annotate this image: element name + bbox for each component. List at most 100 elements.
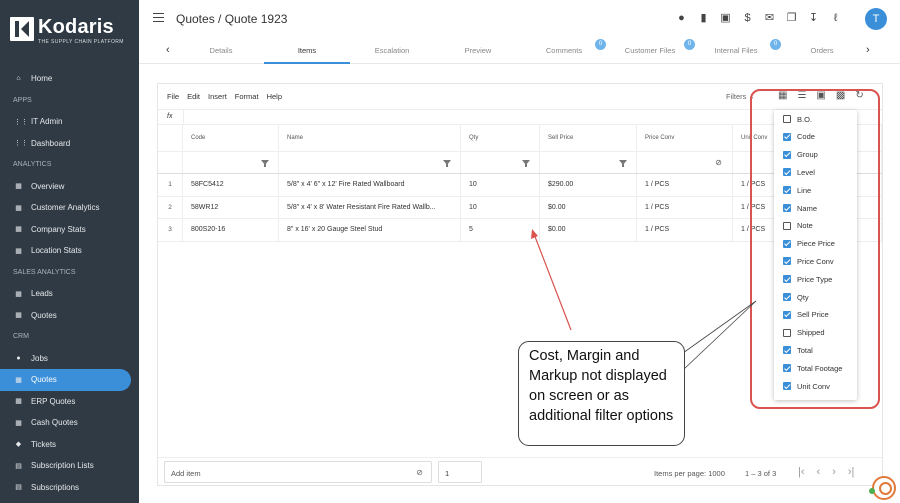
column-filter[interactable] bbox=[540, 152, 637, 173]
tab-orders[interactable]: Orders bbox=[779, 46, 865, 55]
sidebar-item-leads[interactable]: ▦ Leads bbox=[0, 283, 139, 305]
menu-edit[interactable]: Edit bbox=[187, 92, 200, 104]
checkbox-checked-icon[interactable] bbox=[783, 293, 791, 301]
sidebar-item-dashboard[interactable]: ⋮⋮ Dashboard bbox=[0, 133, 139, 155]
table-cell-qty[interactable]: 5 bbox=[461, 219, 540, 241]
filter-funnel-icon[interactable] bbox=[619, 160, 627, 167]
table-cell-qty[interactable]: 10 bbox=[461, 196, 540, 218]
tab-customer-files[interactable]: Customer Files 0 bbox=[607, 39, 695, 55]
column-option-code[interactable]: Code bbox=[783, 129, 815, 145]
column-option-price-conv[interactable]: Price Conv bbox=[783, 253, 834, 269]
column-filter[interactable]: ⊘ bbox=[637, 152, 733, 173]
last-page-icon[interactable]: ›| bbox=[848, 466, 855, 478]
location-pin-icon[interactable]: ● bbox=[675, 12, 688, 25]
kodaris-logo[interactable]: Kodaris THE SUPPLY CHAIN PLATFORM bbox=[10, 17, 124, 45]
sidebar-item-quotes[interactable]: ▦ Quotes bbox=[0, 369, 131, 391]
column-option-line[interactable]: Line bbox=[783, 182, 811, 198]
menu-file[interactable]: File bbox=[167, 92, 179, 104]
checkbox-checked-icon[interactable] bbox=[783, 168, 791, 177]
checkbox-checked-icon[interactable] bbox=[783, 275, 791, 284]
prev-page-icon[interactable]: ‹ bbox=[817, 466, 821, 478]
checkbox-unchecked-icon[interactable] bbox=[783, 221, 791, 230]
checkbox-checked-icon[interactable] bbox=[783, 364, 791, 373]
checkbox-checked-icon[interactable] bbox=[783, 310, 791, 319]
first-page-icon[interactable]: |‹ bbox=[798, 466, 805, 478]
sidebar-item-customer-analytics[interactable]: ▦ Customer Analytics bbox=[0, 197, 139, 219]
column-filter[interactable] bbox=[279, 152, 461, 173]
column-option-level[interactable]: Level bbox=[783, 164, 815, 180]
truck-icon[interactable]: ▮ bbox=[697, 12, 710, 25]
hide-icon[interactable]: ⊘ bbox=[416, 468, 423, 477]
next-page-icon[interactable]: › bbox=[832, 466, 836, 478]
column-option-total-footage[interactable]: Total Footage bbox=[783, 360, 842, 376]
checkbox-checked-icon[interactable] bbox=[783, 239, 791, 248]
checkbox-unchecked-icon[interactable] bbox=[783, 328, 791, 337]
checkbox-checked-icon[interactable] bbox=[783, 257, 791, 266]
checkbox-checked-icon[interactable] bbox=[783, 150, 791, 159]
table-cell-name[interactable]: 5/8" x 4' 6" x 12' Fire Rated Wallboard bbox=[279, 174, 461, 196]
sidebar-item-subscription-lists[interactable]: ▤ Subscription Lists bbox=[0, 455, 139, 477]
download-file-icon[interactable]: ↧ bbox=[807, 12, 820, 25]
tab-comments[interactable]: Comments 0 bbox=[521, 39, 607, 55]
column-option-price-type[interactable]: Price Type bbox=[783, 271, 832, 287]
sidebar-item-cash-quotes[interactable]: ▦ Cash Quotes bbox=[0, 412, 139, 434]
menu-insert[interactable]: Insert bbox=[208, 92, 227, 104]
tabs-next-icon[interactable]: › bbox=[866, 44, 870, 56]
column-option-name[interactable]: Name bbox=[783, 200, 817, 216]
tab-internal-files[interactable]: Internal Files 0 bbox=[693, 39, 781, 55]
tab-items[interactable]: Items bbox=[264, 46, 350, 55]
sidebar-item-company-stats[interactable]: ▦ Company Stats bbox=[0, 219, 139, 241]
table-cell-name[interactable]: 5/8" x 4' x 8' Water Resistant Fire Rate… bbox=[279, 196, 461, 218]
tab-escalation[interactable]: Escalation bbox=[349, 46, 435, 55]
avatar[interactable]: T bbox=[865, 8, 887, 30]
column-option-total[interactable]: Total bbox=[783, 342, 813, 358]
column-option-sell-price[interactable]: Sell Price bbox=[783, 307, 829, 323]
table-cell-sell-price[interactable]: $0.00 bbox=[540, 196, 637, 218]
filter-funnel-icon[interactable] bbox=[261, 160, 269, 167]
tab-details[interactable]: Details bbox=[178, 46, 264, 55]
table-cell-sell-price[interactable]: $0.00 bbox=[540, 219, 637, 241]
checkbox-checked-icon[interactable] bbox=[783, 186, 791, 195]
column-header[interactable]: Code bbox=[183, 125, 279, 151]
sidebar-item-subscriptions[interactable]: ▤ Subscriptions bbox=[0, 477, 139, 499]
table-cell-price-conv[interactable]: 1 / PCS bbox=[637, 174, 733, 196]
checkbox-checked-icon[interactable] bbox=[783, 204, 791, 212]
table-cell-price-conv[interactable]: 1 / PCS bbox=[637, 196, 733, 218]
column-option-b-o[interactable]: B.O. bbox=[783, 111, 812, 127]
column-option-qty[interactable]: Qty bbox=[783, 289, 809, 305]
checkbox-checked-icon[interactable] bbox=[783, 382, 791, 390]
column-option-unit-conv[interactable]: Unit Conv bbox=[783, 378, 830, 394]
sidebar-item-jobs[interactable]: ● Jobs bbox=[0, 348, 139, 370]
menu-icon[interactable] bbox=[153, 13, 164, 22]
column-header[interactable]: Qty bbox=[461, 125, 540, 151]
table-cell-name[interactable]: 8" x 16' x 20 Gauge Steel Stud bbox=[279, 219, 461, 241]
copy-icon[interactable]: ❐ bbox=[785, 12, 798, 25]
table-cell-code[interactable]: 58FC5412 bbox=[183, 174, 279, 196]
help-chat-icon[interactable] bbox=[872, 476, 896, 500]
id-card-icon[interactable]: ▣ bbox=[719, 12, 732, 25]
sidebar-item-home[interactable]: ⌂ Home bbox=[0, 68, 139, 90]
attachment-icon[interactable]: ℓ bbox=[829, 12, 842, 25]
sidebar-item-overview[interactable]: ▦ Overview bbox=[0, 176, 139, 198]
filter-funnel-icon[interactable] bbox=[443, 160, 451, 167]
menu-format[interactable]: Format bbox=[235, 92, 259, 104]
table-cell-qty[interactable]: 10 bbox=[461, 174, 540, 196]
clear-filter-icon[interactable]: ⊘ bbox=[715, 158, 722, 167]
table-cell-sell-price[interactable]: $290.00 bbox=[540, 174, 637, 196]
column-filter[interactable] bbox=[183, 152, 279, 173]
column-option-note[interactable]: Note bbox=[783, 218, 813, 234]
add-item-input[interactable]: Add item ⊘ bbox=[164, 461, 432, 483]
table-cell-code[interactable]: 58WR12 bbox=[183, 196, 279, 218]
column-option-piece-price[interactable]: Piece Price bbox=[783, 236, 835, 252]
sidebar-item-erp-quotes[interactable]: ▦ ERP Quotes bbox=[0, 391, 139, 413]
tabs-prev-icon[interactable]: ‹ bbox=[166, 44, 170, 56]
column-filter[interactable] bbox=[461, 152, 540, 173]
column-header[interactable]: Price Conv bbox=[637, 125, 733, 151]
filter-funnel-icon[interactable] bbox=[522, 160, 530, 167]
table-cell-price-conv[interactable]: 1 / PCS bbox=[637, 219, 733, 241]
column-option-group[interactable]: Group bbox=[783, 147, 818, 163]
sidebar-item-location-stats[interactable]: ▦ Location Stats bbox=[0, 240, 139, 262]
mail-icon[interactable]: ✉ bbox=[763, 12, 776, 25]
table-cell-code[interactable]: 800S20-16 bbox=[183, 219, 279, 241]
checkbox-checked-icon[interactable] bbox=[783, 132, 791, 141]
